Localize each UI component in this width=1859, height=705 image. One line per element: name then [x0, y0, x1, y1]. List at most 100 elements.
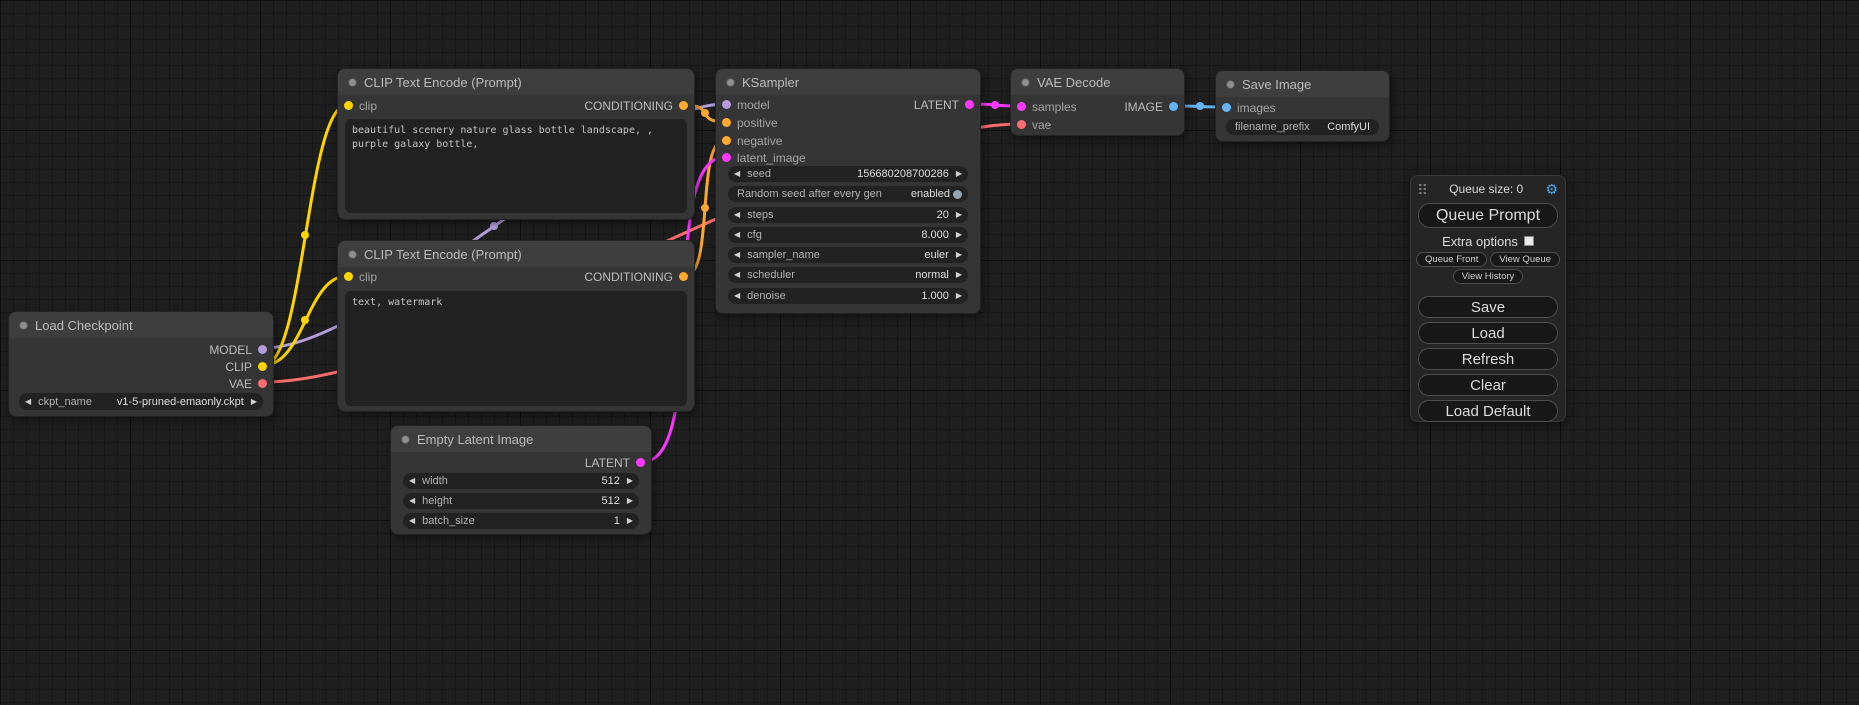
- widget-sampler-name[interactable]: ◀ sampler_name euler ▶: [728, 247, 968, 263]
- collapse-dot-icon[interactable]: [401, 435, 410, 444]
- collapse-dot-icon[interactable]: [726, 78, 735, 87]
- collapse-dot-icon[interactable]: [348, 78, 357, 87]
- widget-batch-size[interactable]: ◀ batch_size 1 ▶: [403, 513, 639, 529]
- widget-steps[interactable]: ◀ steps 20 ▶: [728, 207, 968, 223]
- prompt-textarea[interactable]: text, watermark: [345, 291, 687, 406]
- view-history-button[interactable]: View History: [1453, 269, 1524, 284]
- collapse-dot-icon[interactable]: [19, 321, 28, 330]
- refresh-button[interactable]: Refresh: [1418, 348, 1558, 370]
- widget-denoise[interactable]: ◀ denoise 1.000 ▶: [728, 288, 968, 304]
- widget-name: batch_size: [422, 515, 475, 527]
- decrement-arrow-icon[interactable]: ◀: [25, 394, 31, 410]
- node-save-image[interactable]: Save Image images filename_prefix ComfyU…: [1215, 70, 1390, 142]
- widget-width[interactable]: ◀ width 512 ▶: [403, 473, 639, 489]
- widget-cfg[interactable]: ◀ cfg 8.000 ▶: [728, 227, 968, 243]
- node-title: KSampler: [742, 75, 799, 90]
- slot-dot-model[interactable]: [722, 100, 731, 109]
- input-slot-clip: clip: [344, 269, 377, 284]
- node-title-bar[interactable]: KSampler: [716, 69, 980, 95]
- increment-arrow-icon[interactable]: ▶: [627, 513, 633, 529]
- slot-dot-conditioning[interactable]: [722, 118, 731, 127]
- slot-dot-latent[interactable]: [1017, 102, 1026, 111]
- load-default-button[interactable]: Load Default: [1418, 400, 1558, 422]
- queue-front-button[interactable]: Queue Front: [1416, 252, 1487, 267]
- decrement-arrow-icon[interactable]: ◀: [409, 513, 415, 529]
- widget-height[interactable]: ◀ height 512 ▶: [403, 493, 639, 509]
- decrement-arrow-icon[interactable]: ◀: [409, 493, 415, 509]
- node-title-bar[interactable]: CLIP Text Encode (Prompt): [338, 241, 694, 267]
- toggle-knob-icon[interactable]: [953, 190, 962, 199]
- slot-dot-clip[interactable]: [258, 362, 267, 371]
- increment-arrow-icon[interactable]: ▶: [956, 288, 962, 304]
- widget-value: euler: [924, 249, 948, 261]
- node-title-bar[interactable]: Empty Latent Image: [391, 426, 651, 452]
- slot-dot-latent[interactable]: [722, 153, 731, 162]
- settings-gear-icon[interactable]: ⚙: [1545, 182, 1558, 196]
- slot-dot-conditioning[interactable]: [722, 136, 731, 145]
- node-load-checkpoint[interactable]: Load Checkpoint MODEL CLIP VAE ◀ ckpt_na…: [8, 311, 274, 417]
- node-title-bar[interactable]: Save Image: [1216, 71, 1389, 97]
- view-queue-button[interactable]: View Queue: [1490, 252, 1560, 267]
- decrement-arrow-icon[interactable]: ◀: [734, 166, 740, 182]
- slot-dot-vae[interactable]: [1017, 120, 1026, 129]
- decrement-arrow-icon[interactable]: ◀: [734, 227, 740, 243]
- decrement-arrow-icon[interactable]: ◀: [734, 267, 740, 283]
- widget-ckpt-name[interactable]: ◀ ckpt_name v1-5-pruned-emaonly.ckpt ▶: [19, 393, 263, 410]
- extra-options-checkbox[interactable]: [1524, 236, 1534, 246]
- decrement-arrow-icon[interactable]: ◀: [734, 207, 740, 223]
- slot-dot-vae[interactable]: [258, 379, 267, 388]
- slot-dot-image[interactable]: [1222, 103, 1231, 112]
- node-clip-text-encode-positive[interactable]: CLIP Text Encode (Prompt) clip CONDITION…: [337, 68, 695, 220]
- collapse-dot-icon[interactable]: [1226, 80, 1235, 89]
- save-button[interactable]: Save: [1418, 296, 1558, 318]
- load-button[interactable]: Load: [1418, 322, 1558, 344]
- increment-arrow-icon[interactable]: ▶: [956, 247, 962, 263]
- node-title-bar[interactable]: Load Checkpoint: [9, 312, 273, 338]
- collapse-dot-icon[interactable]: [348, 250, 357, 259]
- queue-prompt-button[interactable]: Queue Prompt: [1418, 203, 1558, 228]
- widget-filename-prefix[interactable]: filename_prefix ComfyUI: [1226, 119, 1379, 135]
- node-title-bar[interactable]: CLIP Text Encode (Prompt): [338, 69, 694, 95]
- slot-label: model: [737, 98, 770, 112]
- increment-arrow-icon[interactable]: ▶: [627, 493, 633, 509]
- widget-seed[interactable]: ◀ seed 156680208700286 ▶: [728, 166, 968, 182]
- increment-arrow-icon[interactable]: ▶: [627, 473, 633, 489]
- widget-value: v1-5-pruned-emaonly.ckpt: [117, 396, 244, 408]
- slot-dot-latent[interactable]: [965, 100, 974, 109]
- collapse-dot-icon[interactable]: [1021, 78, 1030, 87]
- increment-arrow-icon[interactable]: ▶: [956, 267, 962, 283]
- slot-dot-image[interactable]: [1169, 102, 1178, 111]
- slot-dot-conditioning[interactable]: [679, 101, 688, 110]
- increment-arrow-icon[interactable]: ▶: [956, 166, 962, 182]
- slot-dot-clip[interactable]: [344, 101, 353, 110]
- increment-arrow-icon[interactable]: ▶: [956, 207, 962, 223]
- increment-arrow-icon[interactable]: ▶: [956, 227, 962, 243]
- widget-random-seed-toggle[interactable]: Random seed after every gen enabled: [728, 186, 968, 202]
- node-vae-decode[interactable]: VAE Decode samples vae IMAGE: [1010, 68, 1185, 136]
- decrement-arrow-icon[interactable]: ◀: [409, 473, 415, 489]
- node-title-bar[interactable]: VAE Decode: [1011, 69, 1184, 95]
- widget-scheduler[interactable]: ◀ scheduler normal ▶: [728, 267, 968, 283]
- wire-midpoint-dot: [701, 204, 709, 212]
- slot-dot-latent[interactable]: [636, 458, 645, 467]
- node-clip-text-encode-negative[interactable]: CLIP Text Encode (Prompt) clip CONDITION…: [337, 240, 695, 412]
- widget-value: normal: [915, 269, 949, 281]
- prompt-textarea[interactable]: beautiful scenery nature glass bottle la…: [345, 119, 687, 213]
- decrement-arrow-icon[interactable]: ◀: [734, 247, 740, 263]
- increment-arrow-icon[interactable]: ▶: [251, 394, 257, 410]
- widget-value: enabled: [911, 188, 950, 200]
- node-empty-latent-image[interactable]: Empty Latent Image LATENT ◀ width 512 ▶ …: [390, 425, 652, 535]
- widget-name: width: [422, 475, 448, 487]
- slot-dot-model[interactable]: [258, 345, 267, 354]
- node-graph-canvas[interactable]: Load Checkpoint MODEL CLIP VAE ◀ ckpt_na…: [0, 0, 1859, 705]
- clear-button[interactable]: Clear: [1418, 374, 1558, 396]
- drag-handle-icon[interactable]: [1418, 183, 1427, 195]
- slot-label: CONDITIONING: [584, 99, 673, 113]
- slot-dot-conditioning[interactable]: [679, 272, 688, 281]
- wire-midpoint-dot: [301, 231, 309, 239]
- decrement-arrow-icon[interactable]: ◀: [734, 288, 740, 304]
- node-ksampler[interactable]: KSampler model positive negative latent_…: [715, 68, 981, 314]
- slot-label: clip: [359, 99, 377, 113]
- node-title: CLIP Text Encode (Prompt): [364, 75, 522, 90]
- slot-dot-clip[interactable]: [344, 272, 353, 281]
